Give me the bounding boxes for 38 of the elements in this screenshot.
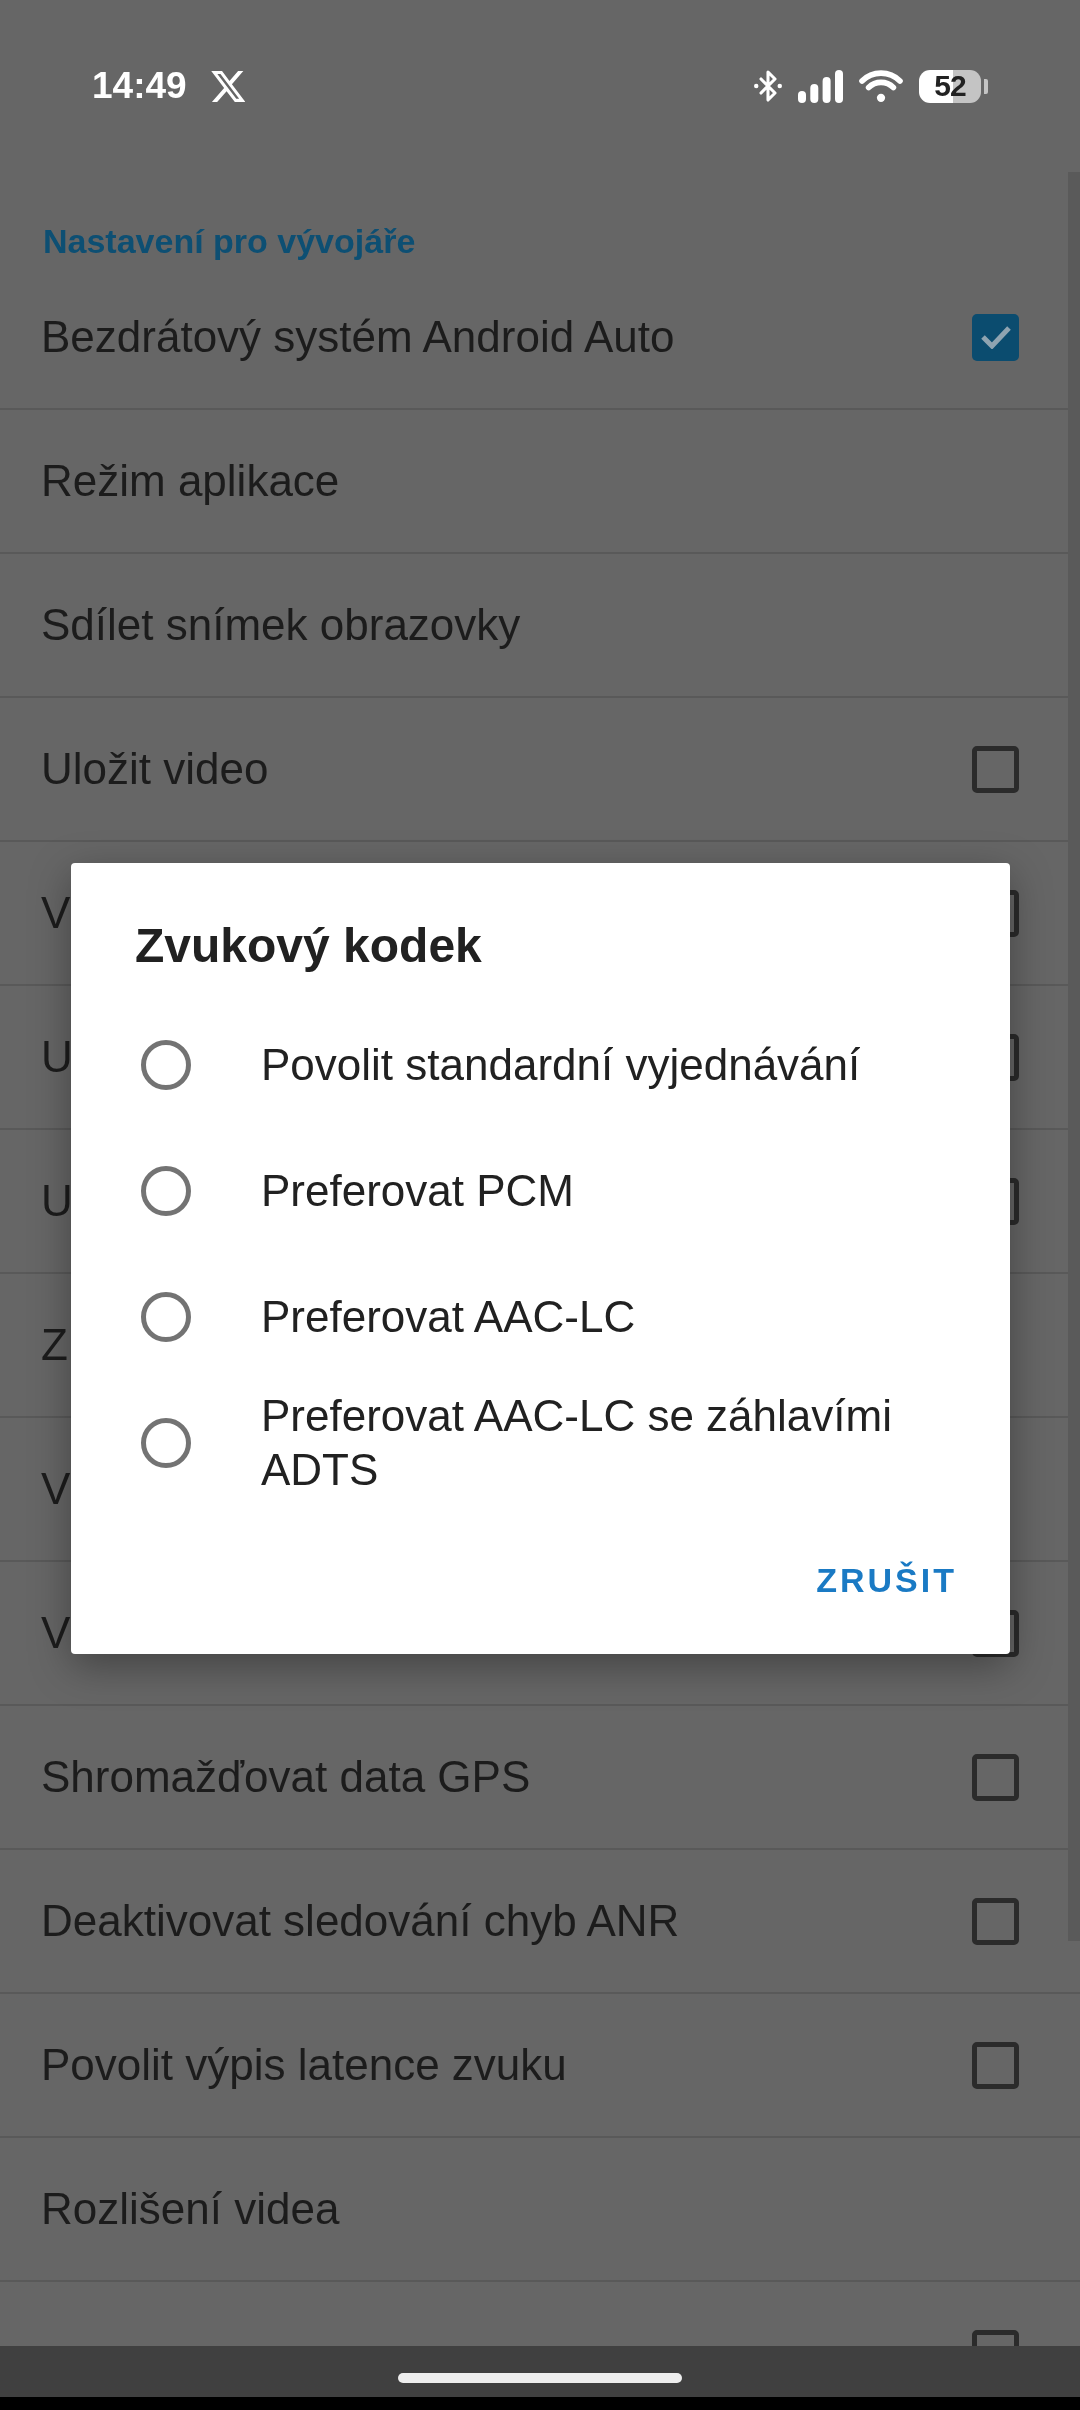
clock-time: 14:49 <box>92 66 187 106</box>
radio-button[interactable] <box>141 1166 191 1216</box>
setting-label[interactable]: V <box>41 1463 71 1515</box>
setting-label[interactable]: Povolit výpis latence zvuku <box>41 2039 567 2091</box>
checkbox[interactable] <box>972 2041 1019 2089</box>
radio-button[interactable] <box>141 1040 191 1090</box>
setting-label[interactable]: Rozlišení videa <box>41 2183 340 2235</box>
battery-tip-icon <box>984 78 988 94</box>
checkmark-icon <box>979 325 1012 349</box>
setting-label[interactable]: U <box>41 1175 73 1227</box>
setting-label[interactable]: Uložit video <box>41 743 269 795</box>
dialog-title: Zvukový kodek <box>135 919 482 972</box>
checkbox[interactable] <box>972 1897 1019 1945</box>
setting-label[interactable]: U <box>41 1031 73 1083</box>
checkbox[interactable] <box>972 313 1019 361</box>
option-label[interactable]: Povolit standardní vyjednávání <box>261 1038 861 1092</box>
wifi-icon <box>859 69 903 103</box>
signal-icon <box>798 69 843 103</box>
option-label[interactable]: Preferovat PCM <box>261 1164 574 1218</box>
section-header: Nastavení pro vývojáře <box>43 222 416 260</box>
option-label[interactable]: Preferovat AAC-LC <box>261 1290 636 1344</box>
radio-button[interactable] <box>141 1292 191 1342</box>
battery-indicator: 52 <box>919 69 981 103</box>
setting-label[interactable]: V <box>41 887 71 939</box>
bluetooth-icon <box>754 70 782 102</box>
option-label[interactable]: Preferovat AAC-LC se záhlavími ADTS <box>261 1389 957 1497</box>
checkbox[interactable] <box>972 745 1019 793</box>
cancel-button[interactable]: ZRUŠIT <box>800 1536 973 1624</box>
setting-label[interactable]: Shromažďovat data GPS <box>41 1751 531 1803</box>
setting-label[interactable]: Režim aplikace <box>41 455 340 507</box>
checkbox[interactable] <box>972 1753 1019 1801</box>
setting-label[interactable]: Deaktivovat sledování chyb ANR <box>41 1895 680 1947</box>
setting-label[interactable]: Z <box>41 1319 68 1371</box>
x-logo-icon <box>210 70 245 102</box>
setting-label[interactable]: Sdílet snímek obrazovky <box>41 599 521 651</box>
setting-label[interactable]: V <box>41 1607 71 1659</box>
setting-label[interactable]: Bezdrátový systém Android Auto <box>41 311 675 363</box>
radio-button[interactable] <box>141 1418 191 1468</box>
